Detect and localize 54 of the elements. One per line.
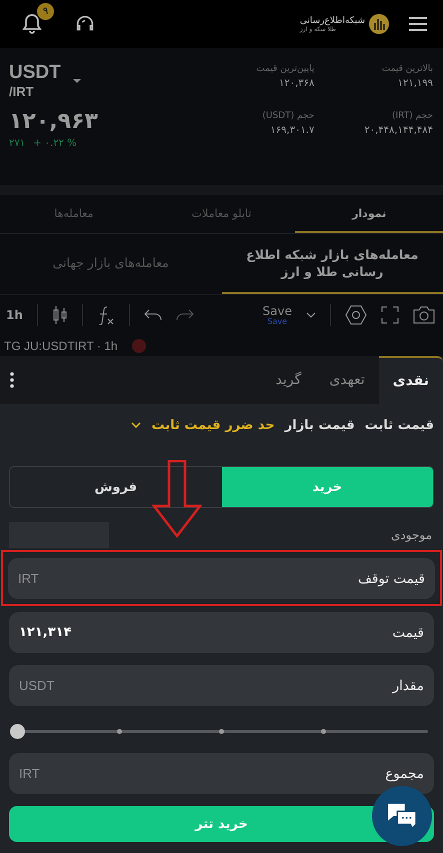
pair-base: USDT <box>9 62 61 84</box>
settings-icon[interactable] <box>345 304 367 326</box>
order-tab[interactable]: تعهدی <box>315 356 379 404</box>
menu-icon[interactable] <box>409 17 427 31</box>
pair-quote: /IRT <box>9 84 35 99</box>
field-label: قیمت <box>392 624 424 640</box>
alert-icon <box>132 338 146 352</box>
field-label: قیمت توقف <box>358 570 425 586</box>
notification-badge: ۹ <box>37 3 54 20</box>
candles-icon[interactable] <box>52 305 68 325</box>
bell-icon[interactable] <box>20 12 44 36</box>
order-tab[interactable]: نقدی <box>378 356 443 404</box>
chevron-down-icon[interactable] <box>131 422 142 428</box>
input-field[interactable]: قیمت ۱۲۱,۳۱۴ <box>9 612 434 653</box>
fullscreen-icon[interactable] <box>381 306 399 324</box>
chat-icon <box>386 802 418 830</box>
market-tab[interactable]: معامله‌های بازار شبکه اطلاع رسانی طلا و ارز <box>222 234 443 294</box>
field-value: ۱۲۱,۳۱۴ <box>19 625 72 640</box>
field-value: IRT <box>19 766 40 781</box>
order-tab[interactable]: گرید <box>262 356 316 404</box>
order-type-tab[interactable]: قیمت ثابت <box>364 418 434 432</box>
more-icon[interactable] <box>10 372 14 388</box>
function-icon[interactable] <box>96 305 115 325</box>
redo-icon[interactable] <box>176 309 194 321</box>
stat-value: ۱۲۰,۳۶۸ <box>278 78 314 89</box>
stat-value: ۱۲۱,۱۹۹ <box>396 78 433 89</box>
stat-label: پایین‌ترین قیمت <box>256 64 314 74</box>
chart-title: TG JU:USDTIRT · 1h <box>4 338 118 352</box>
chevron-down-icon[interactable] <box>306 312 316 318</box>
last-price: ۱۲۰,۹۶۳ <box>9 109 98 134</box>
field-value: IRT <box>18 571 39 586</box>
interval-button[interactable]: 1h <box>6 308 23 322</box>
undo-icon[interactable] <box>144 309 162 321</box>
field-value: USDT <box>19 678 54 693</box>
save-button[interactable]: Save Save <box>262 304 292 326</box>
stat-label: حجم (IRT) <box>390 111 433 121</box>
stat-value: ۲۰,۴۴۸,۱۴۴,۴۸۴ <box>364 125 433 136</box>
logo-title: شبکه‌اطلاع‌رسانی <box>300 16 365 26</box>
stat-label: بالاترین قیمت <box>380 64 433 74</box>
price-change: ۲۷۱ <box>9 138 26 149</box>
side-button[interactable]: فروش <box>10 467 222 507</box>
stat-value: ۱۶۹,۳۰۱.۷ <box>269 125 314 136</box>
balance-label: موجودی <box>391 528 432 542</box>
tab[interactable]: نمودار <box>295 195 443 233</box>
order-type-tab[interactable]: حد ضرر قیمت ثابت <box>151 418 275 432</box>
change-percent: + ۰.۲۲ % <box>33 138 77 149</box>
stat-label: حجم (USDT) <box>261 111 314 121</box>
logo-icon <box>369 14 389 34</box>
camera-icon[interactable] <box>413 306 435 324</box>
order-type-tab[interactable]: قیمت بازار <box>284 418 355 432</box>
slider-thumb[interactable] <box>10 724 24 739</box>
field-label: مقدار <box>392 678 424 694</box>
caret-icon[interactable] <box>72 78 81 82</box>
field-label: مجموع <box>385 766 424 782</box>
